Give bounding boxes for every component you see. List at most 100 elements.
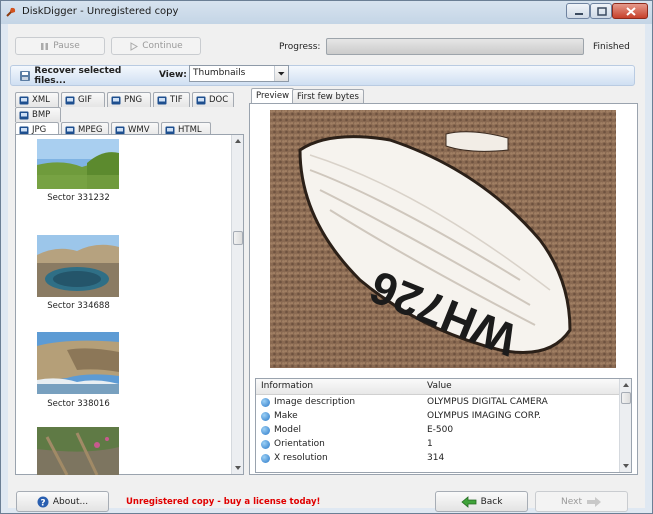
info-key: Model <box>274 425 302 435</box>
pause-button[interactable]: Pause <box>15 37 105 55</box>
view-select[interactable]: Thumbnails <box>189 65 289 82</box>
info-value: 1 <box>427 439 433 449</box>
info-key: Make <box>274 411 298 421</box>
filetype-tab-bmp[interactable]: BMP <box>15 107 61 122</box>
license-warning[interactable]: Unregistered copy - buy a license today! <box>126 497 320 507</box>
tab-first-few-bytes[interactable]: First few bytes <box>292 89 364 104</box>
thumbnail-caption: Sector 334688 <box>47 301 110 311</box>
progress-label: Progress: <box>279 42 321 52</box>
info-value: OLYMPUS IMAGING CORP. <box>427 411 541 421</box>
thumbnail-image-4[interactable] <box>37 427 119 475</box>
view-select-value: Thumbnails <box>193 68 246 78</box>
window-title: DiskDigger - Unregistered copy <box>22 6 179 17</box>
file-type-icon <box>19 111 29 119</box>
filetype-tab-tif[interactable]: TIF <box>153 92 190 107</box>
info-row[interactable]: Make OLYMPUS IMAGING CORP. <box>256 409 620 423</box>
progress-status: Finished <box>593 42 630 52</box>
info-scroll-thumb[interactable] <box>621 392 631 404</box>
back-label: Back <box>480 496 503 507</box>
preview-panel: WH726 Information Value Image descriptio… <box>249 103 638 475</box>
info-value: E-500 <box>427 425 454 435</box>
scroll-up-icon[interactable] <box>620 379 631 391</box>
continue-button[interactable]: Continue <box>111 37 201 55</box>
recover-files-button[interactable]: Recover selected files... <box>16 65 151 86</box>
filetype-tab-gif[interactable]: GIF <box>61 92 105 107</box>
filetype-tab-label: DOC <box>209 95 229 105</box>
info-row[interactable]: Model E-500 <box>256 423 620 437</box>
info-bullet-icon <box>261 426 270 435</box>
info-key: Image description <box>274 397 356 407</box>
about-button[interactable]: ? About... <box>16 491 109 512</box>
title-bar: DiskDigger - Unregistered copy <box>1 1 652 24</box>
thumbnail-scrollbar[interactable] <box>231 135 243 474</box>
scroll-up-icon[interactable] <box>232 135 243 147</box>
thumbnail-image-3[interactable] <box>37 332 119 394</box>
app-window: DiskDigger - Unregistered copy Pause Con… <box>0 0 653 514</box>
client-area: Pause Continue Progress: Finished Recove… <box>8 24 645 512</box>
thumbnail-scroll-thumb[interactable] <box>233 231 243 245</box>
filetype-tab-label: PNG <box>124 95 143 105</box>
info-bullet-icon <box>261 398 270 407</box>
info-row[interactable]: Image description OLYMPUS DIGITAL CAMERA <box>256 395 620 409</box>
recover-files-label: Recover selected files... <box>34 65 122 86</box>
pause-icon <box>41 42 49 50</box>
filetype-tab-xml[interactable]: XML <box>15 92 59 107</box>
play-icon <box>130 41 139 51</box>
shovel-icon <box>6 7 16 17</box>
filetype-tab-label: GIF <box>78 95 92 105</box>
info-bullet-icon <box>261 440 270 449</box>
next-button[interactable]: Next <box>535 491 628 512</box>
file-type-icon <box>19 96 29 104</box>
continue-label: Continue <box>142 41 183 51</box>
filetype-tab-png[interactable]: PNG <box>107 92 151 107</box>
svg-text:?: ? <box>40 498 45 508</box>
info-key: Orientation <box>274 439 325 449</box>
arrow-left-icon <box>460 495 476 508</box>
pause-label: Pause <box>53 41 80 51</box>
info-bullet-icon <box>261 454 270 463</box>
thumbnail-caption: Sector 331232 <box>47 193 110 203</box>
next-label: Next <box>561 496 582 507</box>
info-list: Information Value Image description OLYMP… <box>255 378 632 473</box>
arrow-right-icon <box>586 496 601 507</box>
info-row[interactable]: Orientation 1 <box>256 437 620 451</box>
file-type-icon <box>196 96 206 104</box>
file-type-icon <box>111 96 121 104</box>
info-bullet-icon <box>261 412 270 421</box>
info-key: X resolution <box>274 453 328 463</box>
info-header-value: Value <box>427 381 452 391</box>
info-header: Information Value <box>256 379 620 395</box>
scroll-down-icon[interactable] <box>620 460 631 472</box>
filetype-tab-doc[interactable]: DOC <box>192 92 234 107</box>
filetype-tab-label: BMP <box>32 110 51 120</box>
info-value: OLYMPUS DIGITAL CAMERA <box>427 397 548 407</box>
thumbnail-image-1[interactable] <box>37 139 119 189</box>
chevron-down-icon <box>274 66 288 81</box>
filetype-tab-label: XML <box>32 95 50 105</box>
question-icon: ? <box>37 496 49 508</box>
info-header-key: Information <box>261 381 314 391</box>
minimize-icon <box>575 13 583 15</box>
file-type-icon <box>65 96 75 104</box>
info-scrollbar[interactable] <box>619 379 631 472</box>
close-icon <box>626 7 636 16</box>
tab-preview[interactable]: Preview <box>251 88 295 104</box>
thumbnail-caption: Sector 338016 <box>47 399 110 409</box>
view-label: View: <box>159 70 187 80</box>
info-row[interactable]: X resolution 314 <box>256 451 620 465</box>
close-button[interactable] <box>612 3 648 19</box>
back-button[interactable]: Back <box>435 491 528 512</box>
maximize-icon <box>597 7 607 16</box>
filetype-tab-label: TIF <box>170 95 183 105</box>
disk-save-icon <box>20 70 30 81</box>
thumbnail-panel: Sector 331232 Sector 334688 Sector 33801… <box>15 134 244 475</box>
minimize-button[interactable] <box>566 3 590 19</box>
thumbnail-image-2[interactable] <box>37 235 119 297</box>
preview-image: WH726 <box>270 110 616 368</box>
progress-bar <box>326 38 584 55</box>
file-type-icon <box>157 96 167 104</box>
scroll-down-icon[interactable] <box>232 462 243 474</box>
about-label: About... <box>52 496 89 507</box>
maximize-button[interactable] <box>590 3 612 19</box>
info-value: 314 <box>427 453 445 463</box>
